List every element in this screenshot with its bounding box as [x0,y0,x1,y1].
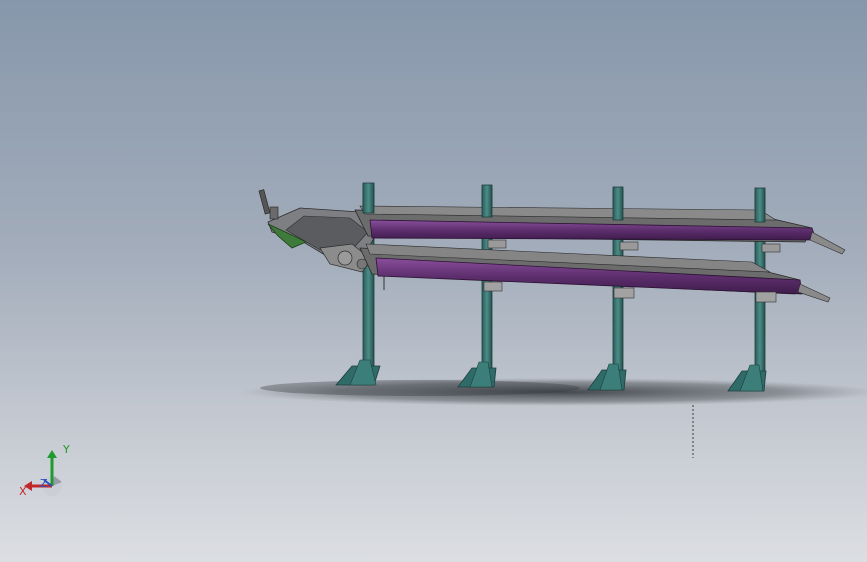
triad-y-label: Y [63,443,70,456]
graphics-viewport[interactable]: Y X Z [0,0,867,562]
triad-z-label: Z [40,477,48,490]
floor-shadow [240,378,867,406]
triad-x-label: X [19,485,27,498]
view-triad[interactable]: Y X Z [14,440,78,504]
conveyor-model[interactable] [0,0,867,562]
